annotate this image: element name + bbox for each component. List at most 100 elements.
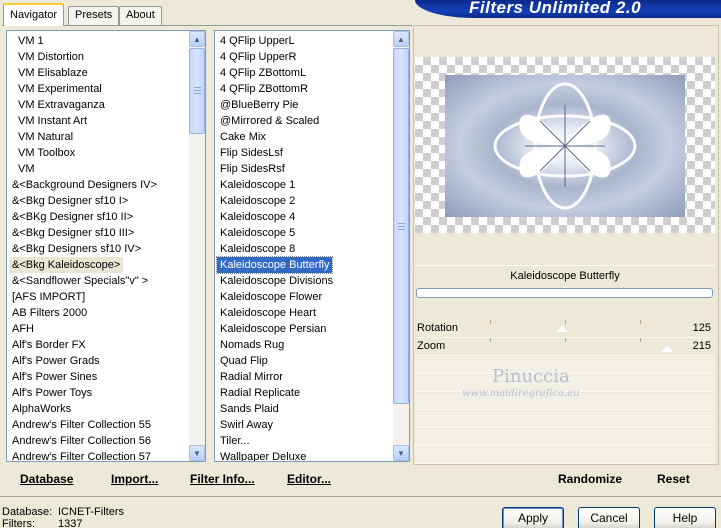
tab-presets[interactable]: Presets	[68, 6, 120, 25]
filter-item[interactable]: Kaleidoscope Heart	[217, 305, 319, 321]
status-filters: Filters: 1337	[2, 518, 83, 528]
filter-item[interactable]: Kaleidoscope Persian	[217, 321, 329, 337]
param-empty-row	[415, 429, 715, 446]
category-item[interactable]: Andrew's Filter Collection 56	[9, 433, 154, 449]
category-item[interactable]: &<Bkg Designer sf10 I>	[9, 193, 131, 209]
filter-item[interactable]: Kaleidoscope 8	[217, 241, 298, 257]
category-item[interactable]: Andrew's Filter Collection 57	[9, 449, 154, 461]
category-item[interactable]: VM	[15, 161, 38, 177]
reset-button[interactable]: Reset	[657, 472, 690, 486]
filter-item[interactable]: Kaleidoscope 5	[217, 225, 298, 241]
help-button[interactable]: Help	[654, 507, 716, 528]
param-label: Rotation	[417, 322, 458, 334]
database-button[interactable]: Database	[20, 472, 73, 486]
scroll-up-icon[interactable]: ▲	[189, 31, 205, 47]
filter-item[interactable]: Nomads Rug	[217, 337, 287, 353]
cancel-button[interactable]: Cancel	[578, 507, 640, 528]
category-item[interactable]: VM Elisablaze	[15, 65, 91, 81]
status-database-value: ICNET-Filters	[58, 506, 124, 518]
status-database: Database: ICNET-Filters	[2, 506, 124, 518]
category-item[interactable]: &<Background Designers IV>	[9, 177, 160, 193]
preview-canvas	[415, 57, 715, 233]
category-scrollbar[interactable]: ▲ ▼	[189, 31, 205, 461]
filter-item[interactable]: Quad Flip	[217, 353, 271, 369]
param-rotation[interactable]: Rotation 125	[415, 320, 715, 338]
category-item[interactable]: Alf's Power Toys	[9, 385, 95, 401]
filter-item[interactable]: Kaleidoscope Butterfly	[215, 256, 334, 274]
category-item[interactable]: &<Bkg Designer sf10 III>	[9, 225, 137, 241]
category-item[interactable]: VM Natural	[15, 129, 76, 145]
filter-item[interactable]: Radial Replicate	[217, 385, 303, 401]
filter-item[interactable]: Cake Mix	[217, 129, 269, 145]
category-item[interactable]: VM Instant Art	[15, 113, 90, 129]
filter-item[interactable]: Kaleidoscope 2	[217, 193, 298, 209]
filter-item[interactable]: Wallpaper Deluxe	[217, 449, 309, 461]
param-value: 215	[692, 340, 711, 352]
category-item[interactable]: &<Sandflower Specials"v" >	[9, 273, 151, 289]
selected-filter-label: Kaleidoscope Butterfly	[510, 270, 620, 282]
filter-item[interactable]: @BlueBerry Pie	[217, 97, 301, 113]
watermark-name: Pinuccia	[492, 366, 570, 387]
category-scroll-thumb[interactable]	[189, 48, 205, 134]
category-item[interactable]: Alf's Power Sines	[9, 369, 100, 385]
category-item[interactable]: &<BKg Designer sf10 II>	[9, 209, 136, 225]
category-item[interactable]: [AFS IMPORT]	[9, 289, 88, 305]
filter-item[interactable]: Kaleidoscope 1	[217, 177, 298, 193]
filter-item[interactable]: Radial Mirror	[217, 369, 286, 385]
selected-filter-name: Kaleidoscope Butterfly	[415, 265, 715, 287]
filter-item[interactable]: Flip SidesLsf	[217, 145, 286, 161]
tab-navigator[interactable]: Navigator	[3, 3, 65, 26]
category-item[interactable]: &<Bkg Kaleidoscope>	[9, 257, 124, 273]
filter-item[interactable]: Kaleidoscope 4	[217, 209, 298, 225]
filter-item[interactable]: 4 QFlip ZBottomR	[217, 81, 311, 97]
scroll-down-icon[interactable]: ▼	[393, 445, 409, 461]
category-item[interactable]: AFH	[9, 321, 37, 337]
category-item[interactable]: Alf's Border FX	[9, 337, 89, 353]
filter-item[interactable]: 4 QFlip UpperR	[217, 49, 299, 65]
scroll-up-icon[interactable]: ▲	[393, 31, 409, 47]
filter-scrollbar[interactable]: ▲ ▼	[393, 31, 409, 461]
editor-button[interactable]: Editor...	[287, 472, 331, 486]
category-item[interactable]: AlphaWorks	[9, 401, 74, 417]
filter-item[interactable]: Swirl Away	[217, 417, 276, 433]
filter-list[interactable]: 4 QFlip UpperL 4 QFlip UpperR 4 QFlip ZBot…	[214, 30, 410, 462]
filter-item[interactable]: @Mirrored & Scaled	[217, 113, 322, 129]
category-item[interactable]: VM Toolbox	[15, 145, 78, 161]
filter-item[interactable]: Flip SidesRsf	[217, 161, 288, 177]
filter-item[interactable]: Kaleidoscope Divisions	[217, 273, 336, 289]
category-item[interactable]: Andrew's Filter Collection 55	[9, 417, 154, 433]
param-label: Zoom	[417, 340, 446, 352]
filter-info-button[interactable]: Filter Info...	[190, 472, 255, 486]
progress-bar	[416, 288, 713, 298]
param-empty-row	[415, 447, 715, 464]
randomize-button[interactable]: Randomize	[558, 472, 622, 486]
filter-item[interactable]: Tiler...	[217, 433, 253, 449]
apply-button[interactable]: Apply	[502, 507, 564, 528]
param-empty-row	[415, 411, 715, 428]
category-item[interactable]: VM 1	[15, 33, 47, 49]
watermark-url: www.maidiregrafica.eu	[462, 388, 580, 399]
category-item[interactable]: VM Distortion	[15, 49, 87, 65]
category-item[interactable]: Alf's Power Grads	[9, 353, 103, 369]
filter-item[interactable]: 4 QFlip UpperL	[217, 33, 298, 49]
rotation-slider-marker[interactable]	[556, 326, 568, 332]
category-item[interactable]: VM Extravaganza	[15, 97, 108, 113]
app-banner-title: Filters Unlimited 2.0	[415, 0, 721, 18]
filter-item[interactable]: Sands Plaid	[217, 401, 282, 417]
category-item[interactable]: &<Bkg Designers sf10 IV>	[9, 241, 144, 257]
filter-item[interactable]: 4 QFlip ZBottomL	[217, 65, 309, 81]
category-list[interactable]: VM 1 VM Distortion VM Elisablaze VM Experim…	[6, 30, 206, 462]
preview-image	[445, 75, 685, 217]
footer-divider	[0, 496, 721, 497]
status-filters-value: 1337	[58, 518, 83, 528]
tab-about[interactable]: About	[119, 6, 162, 25]
category-item[interactable]: VM Experimental	[15, 81, 105, 97]
param-zoom[interactable]: Zoom 215	[415, 338, 715, 356]
filter-scroll-thumb[interactable]	[393, 48, 409, 404]
filter-item[interactable]: Kaleidoscope Flower	[217, 289, 325, 305]
zoom-slider-marker[interactable]	[661, 346, 673, 352]
import-button[interactable]: Import...	[111, 472, 158, 486]
scroll-down-icon[interactable]: ▼	[189, 445, 205, 461]
category-item[interactable]: AB Filters 2000	[9, 305, 90, 321]
param-value: 125	[692, 322, 711, 334]
